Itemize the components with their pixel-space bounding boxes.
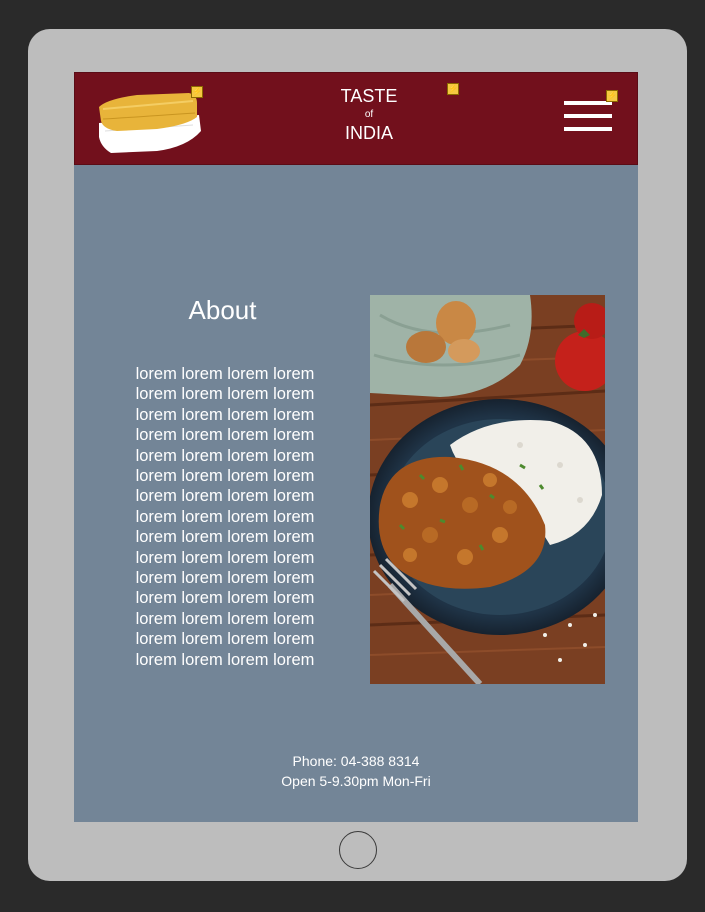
- logo[interactable]: [97, 85, 205, 155]
- lightning-icon: ⚡: [606, 90, 618, 102]
- about-text-line: lorem lorem lorem lorem: [135, 609, 315, 628]
- site-header: ⚡ TASTE of INDIA ⚡ ⚡: [74, 72, 638, 165]
- about-text-line: lorem lorem lorem lorem: [135, 528, 315, 547]
- about-text-line: lorem lorem lorem lorem: [135, 630, 315, 649]
- phone-number[interactable]: Phone: 04-388 8314: [230, 751, 482, 771]
- about-text-line: lorem lorem lorem lorem: [135, 467, 315, 486]
- about-text-line: lorem lorem lorem lorem: [135, 569, 315, 588]
- about-text-line: lorem lorem lorem lorem: [135, 507, 315, 526]
- about-text-line: lorem lorem lorem lorem: [135, 548, 315, 567]
- food-container-icon: [99, 93, 201, 153]
- about-text-line: lorem lorem lorem lorem: [135, 487, 315, 506]
- opening-hours: Open 5-9.30pm Mon-Fri: [281, 773, 431, 789]
- about-text-line: lorem lorem lorem lorem: [135, 589, 315, 608]
- site-title: TASTE of INDIA: [315, 87, 423, 142]
- about-text-line: lorem lorem lorem lorem: [135, 365, 315, 383]
- about-text-line: lorem lorem lorem lorem: [135, 650, 315, 669]
- about-text-line: lorem lorem lorem lorem: [135, 426, 315, 445]
- about-heading: About: [188, 295, 257, 325]
- hamburger-menu-icon[interactable]: [564, 101, 612, 131]
- lightning-icon: ⚡: [191, 86, 203, 98]
- lightning-icon: ⚡: [447, 83, 459, 95]
- title-line-india: INDIA: [344, 123, 393, 143]
- about-text-line: lorem lorem lorem lorem: [135, 385, 315, 404]
- contact-info: Phone: 04-388 8314 Open 5-9.30pm Mon-Fri: [230, 751, 482, 791]
- about-text-line: lorem lorem lorem lorem: [135, 405, 315, 424]
- dish-photo: [368, 295, 632, 687]
- title-line-taste: TASTE: [340, 86, 398, 106]
- device-home-button[interactable]: [339, 831, 377, 869]
- about-text-line: lorem lorem lorem lorem: [135, 446, 315, 465]
- about-text: lorem lorem lorem lorem lorem lorem lore…: [120, 364, 330, 670]
- title-line-of: of: [364, 109, 374, 120]
